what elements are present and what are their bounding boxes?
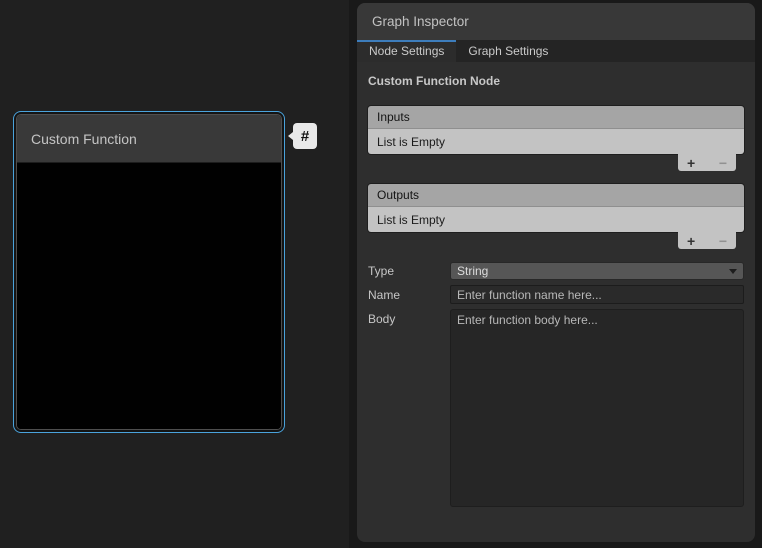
inputs-list-header[interactable]: Inputs (368, 106, 744, 129)
outputs-list-footer: + − (678, 232, 736, 249)
node-hash-badge-button[interactable]: # (293, 123, 317, 149)
inputs-empty-label: List is Empty (377, 135, 445, 149)
node-frame: Custom Function (16, 114, 282, 430)
inputs-list-footer: + − (678, 154, 736, 171)
shader-graph-window: Custom Function # Graph Inspector Node S… (0, 0, 762, 548)
inputs-header-label: Inputs (377, 110, 410, 124)
outputs-header-label: Outputs (377, 188, 419, 202)
type-dropdown[interactable]: String (450, 262, 744, 280)
inputs-empty-row: List is Empty (368, 129, 744, 154)
name-field-row: Name (368, 285, 744, 304)
function-name-input[interactable] (450, 285, 744, 304)
outputs-list-header[interactable]: Outputs (368, 184, 744, 207)
chevron-down-icon (729, 269, 737, 274)
inspector-dock-zone: Graph Inspector Node Settings Graph Sett… (349, 0, 762, 548)
name-label: Name (368, 288, 450, 302)
type-field-row: Type String (368, 262, 744, 280)
type-label: Type (368, 264, 450, 278)
custom-function-node[interactable]: Custom Function (13, 111, 285, 433)
outputs-empty-row: List is Empty (368, 207, 744, 232)
tab-node-settings-label: Node Settings (369, 44, 444, 58)
node-preview-area (17, 163, 281, 429)
inputs-list: Inputs List is Empty (368, 106, 744, 154)
inputs-list-block: Inputs List is Empty + − (368, 106, 744, 171)
outputs-remove-button[interactable]: − (719, 234, 727, 248)
graph-inspector-panel: Graph Inspector Node Settings Graph Sett… (357, 3, 755, 542)
inspector-titlebar[interactable]: Graph Inspector (357, 3, 755, 40)
node-header[interactable]: Custom Function (17, 115, 281, 163)
outputs-list-block: Outputs List is Empty + − (368, 184, 744, 249)
outputs-add-button[interactable]: + (687, 234, 695, 248)
function-body-textarea[interactable] (450, 309, 744, 507)
outputs-list: Outputs List is Empty (368, 184, 744, 232)
outputs-empty-label: List is Empty (377, 213, 445, 227)
inputs-add-button[interactable]: + (687, 156, 695, 170)
tab-node-settings[interactable]: Node Settings (357, 40, 456, 62)
inspector-content: Custom Function Node Inputs List is Empt… (357, 62, 755, 507)
inspector-tabbar: Node Settings Graph Settings (357, 40, 755, 62)
inspector-title: Graph Inspector (372, 14, 469, 29)
node-title: Custom Function (31, 131, 137, 147)
tab-graph-settings[interactable]: Graph Settings (456, 40, 560, 62)
section-title: Custom Function Node (368, 62, 744, 88)
tab-graph-settings-label: Graph Settings (468, 44, 548, 58)
function-fields: Type String Name Body (368, 262, 744, 507)
body-field-row: Body (368, 309, 744, 507)
inputs-remove-button[interactable]: − (719, 156, 727, 170)
body-label: Body (368, 312, 450, 326)
hash-icon: # (301, 128, 309, 145)
type-dropdown-value: String (457, 264, 488, 278)
